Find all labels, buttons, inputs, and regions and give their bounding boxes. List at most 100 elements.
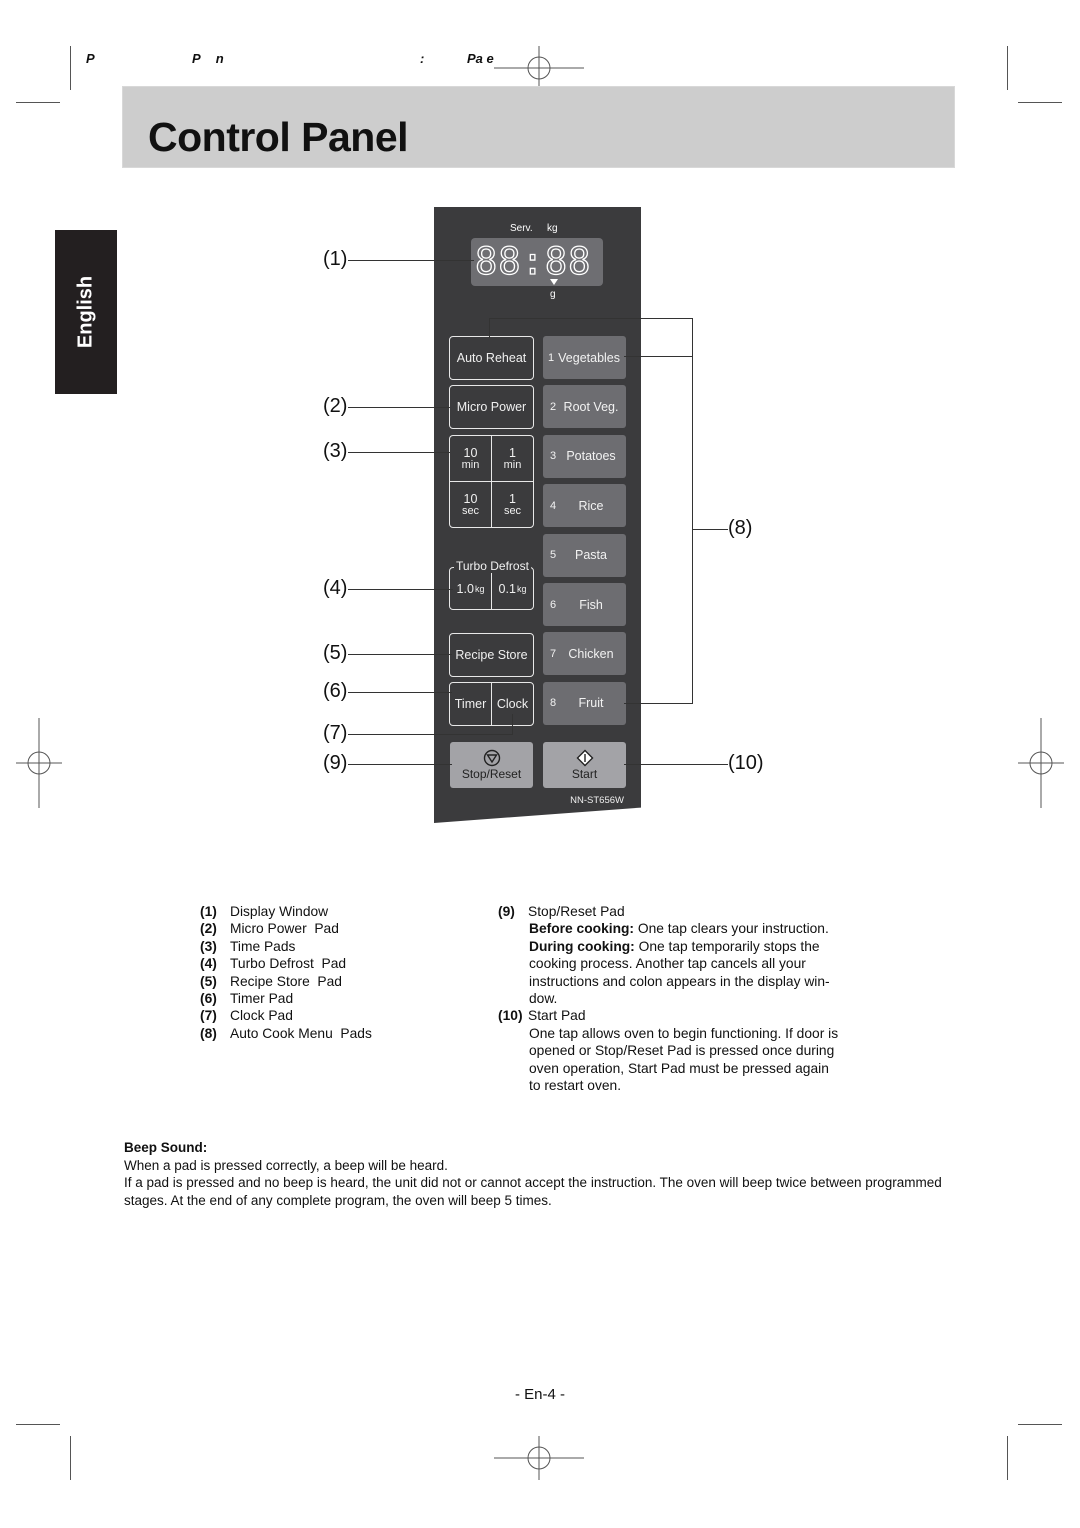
legend-item: (7) Clock Pad: [200, 1007, 372, 1024]
page-title: Control Panel: [148, 114, 409, 160]
timer-clock-pads: Timer Clock: [449, 682, 534, 726]
callout-9: (9): [323, 752, 348, 774]
header-fragment: P: [86, 51, 95, 66]
crop-mark: [16, 102, 60, 103]
auto-cook-button[interactable]: 5 Pasta: [543, 533, 626, 577]
leader-line: [348, 589, 453, 590]
g-indicator-icon: [550, 279, 558, 285]
legend-text: Turbo Defrost Pad: [230, 956, 347, 972]
defrost-01kg-button[interactable]: 0.1 kg: [491, 568, 533, 609]
legend-number: (3): [200, 938, 217, 954]
serv-label: Serv.: [510, 223, 533, 234]
language-label: English: [74, 275, 97, 349]
legend-text: Clock Pad: [230, 1008, 293, 1024]
legend-item: (5) Recipe Store Pad: [200, 973, 372, 990]
auto-cook-button[interactable]: 4 Rice: [543, 484, 626, 528]
during-cooking-label: During cooking:: [529, 938, 635, 954]
legend-number: (9): [498, 904, 515, 919]
leader-line: [489, 318, 490, 338]
time-10-sec-button[interactable]: 10 sec: [450, 482, 491, 527]
time-value: 10: [463, 445, 478, 460]
time-unit: sec: [503, 504, 522, 517]
defrost-value: 0.1: [498, 581, 516, 596]
legend-text: Auto Cook Menu Pads: [230, 1025, 372, 1041]
callout-8: (8): [728, 517, 753, 539]
auto-cook-button[interactable]: 3 Potatoes: [543, 434, 626, 478]
auto-cook-button[interactable]: 2 Root Veg.: [543, 385, 626, 429]
leader-line: [624, 764, 728, 765]
registration-mark-bottom: [494, 1436, 584, 1480]
callout-2: (2): [323, 395, 348, 417]
legend-title: Stop/Reset Pad: [528, 904, 625, 919]
time-unit: min: [503, 458, 522, 471]
menu-label: Root Veg.: [563, 399, 619, 414]
leader-line: [512, 714, 513, 735]
g-label: g: [550, 289, 556, 300]
callout-1: (1): [323, 248, 348, 270]
time-pads-bottom: 10 sec 1 sec: [449, 481, 534, 528]
micro-power-button[interactable]: Micro Power: [449, 385, 534, 429]
stop-reset-button[interactable]: Stop/Reset: [450, 742, 533, 788]
stop-icon: [483, 749, 500, 767]
leader-line: [348, 452, 450, 453]
legend-line: to restart oven.: [529, 1078, 622, 1094]
start-button[interactable]: Start: [543, 742, 626, 788]
menu-label: Rice: [578, 498, 604, 513]
legend-number: (1): [200, 904, 217, 919]
menu-number: 4: [549, 499, 557, 512]
auto-reheat-button[interactable]: Auto Reheat: [449, 336, 534, 380]
crop-mark: [1007, 46, 1008, 90]
header-fragment: P n: [192, 51, 224, 66]
callout-5: (5): [323, 642, 348, 664]
crop-mark: [16, 1424, 60, 1425]
start-icon: [576, 749, 593, 767]
callout-3: (3): [323, 440, 348, 462]
leader-line: [692, 529, 728, 530]
leader-line: [624, 703, 692, 704]
legend-item: (1) Display Window: [200, 903, 372, 920]
beep-title: Beep Sound:: [124, 1140, 208, 1155]
menu-label: Fish: [579, 597, 603, 612]
legend-item: (6) Timer Pad: [200, 990, 372, 1007]
time-1-min-button[interactable]: 1 min: [491, 436, 533, 481]
leader-line: [348, 734, 513, 735]
stop-reset-label: Stop/Reset: [461, 767, 522, 781]
legend-line: cooking process. Another tap cancels all…: [529, 956, 806, 972]
defrost-1kg-button[interactable]: 1.0 kg: [450, 568, 491, 609]
auto-cook-button[interactable]: 6 Fish: [543, 583, 626, 626]
registration-mark-top: [494, 46, 584, 90]
timer-button[interactable]: Timer: [450, 683, 491, 725]
legend-item: (8) Auto Cook Menu Pads: [200, 1025, 372, 1042]
during-cooking-text: One tap temporarily stops the: [634, 938, 820, 954]
time-10-min-button[interactable]: 10 min: [450, 436, 491, 481]
legend-item: (4) Turbo Defrost Pad: [200, 955, 372, 972]
auto-cook-button[interactable]: 1 Vegetables: [543, 336, 626, 379]
legend-body: One tap allows oven to begin functioning…: [529, 1025, 878, 1095]
legend-number: (4): [200, 956, 217, 972]
page-number: - En-4 -: [514, 1386, 565, 1403]
recipe-store-button[interactable]: Recipe Store: [449, 633, 534, 677]
time-value: 1: [509, 445, 516, 460]
legend-line: opened or Stop/Reset Pad is pressed once…: [529, 1043, 835, 1059]
leader-line: [692, 318, 693, 704]
auto-cook-button[interactable]: 8 Fruit: [543, 681, 626, 725]
title-band: Control Panel: [122, 86, 955, 168]
time-1-sec-button[interactable]: 1 sec: [491, 482, 533, 527]
beep-section: Beep Sound: When a pad is pressed correc…: [124, 1139, 954, 1209]
leader-line: [348, 407, 450, 408]
model-number: NN-ST656W: [570, 795, 624, 806]
legend-number: (6): [200, 991, 217, 1007]
defrost-value: 1.0: [456, 581, 474, 596]
registration-mark-left: [16, 718, 62, 808]
defrost-unit: kg: [474, 583, 485, 594]
language-tab: English: [55, 230, 117, 394]
menu-number: 7: [549, 647, 557, 660]
before-cooking-label: Before cooking:: [529, 921, 635, 937]
header-fragment: Pa e: [467, 51, 494, 66]
time-unit: sec: [461, 504, 480, 517]
legend-item: (10) Start Pad: [498, 1007, 878, 1024]
menu-label: Vegetables: [558, 350, 620, 365]
auto-cook-button[interactable]: 7 Chicken: [543, 632, 626, 676]
crop-mark: [1018, 102, 1062, 103]
beep-line: If a pad is pressed and no beep is heard…: [124, 1175, 942, 1208]
